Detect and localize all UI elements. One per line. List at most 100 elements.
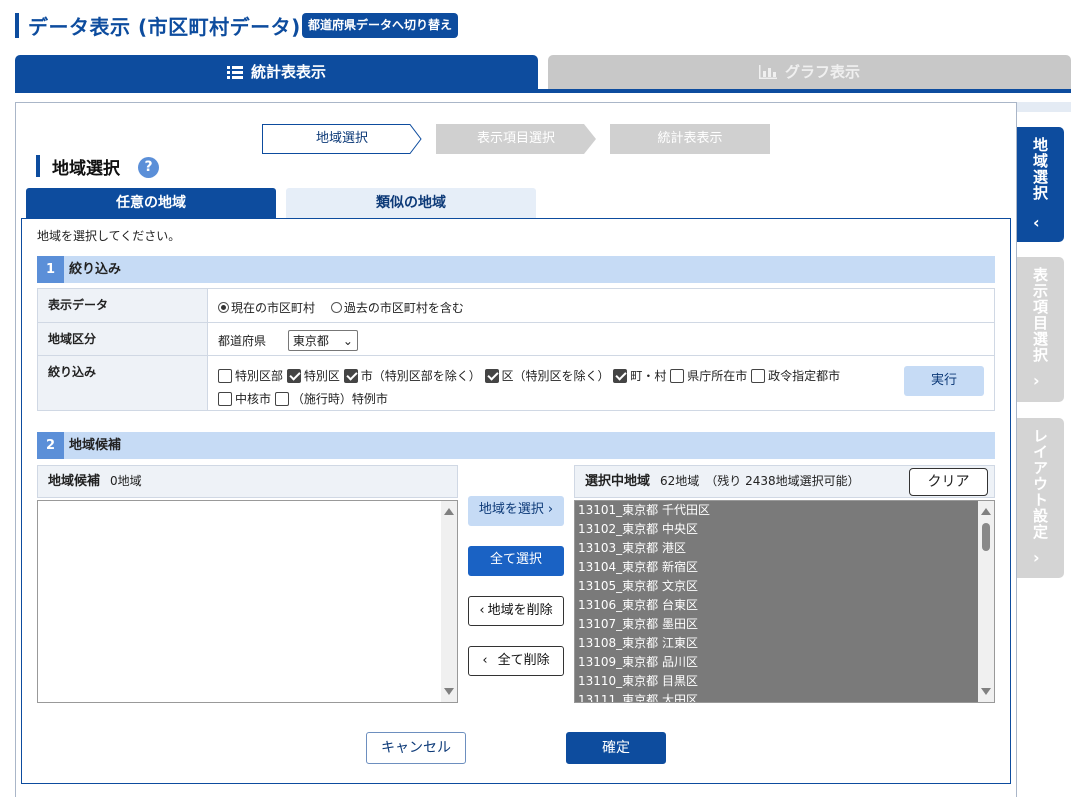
instruction-text: 地域を選択してください。	[37, 229, 181, 243]
selected-list-item[interactable]: 13108_東京都 江東区	[575, 634, 994, 653]
filter-section-number: 1	[37, 256, 64, 283]
prefecture-select[interactable]: 東京都 ⌄	[287, 330, 358, 351]
help-icon[interactable]: ?	[138, 157, 159, 178]
candidate-scrollbar[interactable]	[441, 501, 457, 702]
section-title: 地域選択	[52, 159, 120, 179]
selected-list-item[interactable]: 13103_東京都 港区	[575, 539, 994, 558]
candidates-section-title: 地域候補	[69, 438, 122, 453]
scroll-up-icon[interactable]	[981, 508, 991, 515]
selected-list-item[interactable]: 13107_東京都 墨田区	[575, 615, 994, 634]
checkbox-prefectural-capital[interactable]: 県庁所在市	[670, 369, 747, 383]
title-accent-bar	[15, 13, 19, 38]
selected-list-item[interactable]: 13111_東京都 大田区	[575, 691, 994, 702]
selected-list-item[interactable]: 13104_東京都 新宿区	[575, 558, 994, 577]
cancel-button[interactable]: キャンセル	[366, 732, 466, 764]
tab-underline	[15, 89, 1071, 93]
chevron-right-icon: ›	[1033, 371, 1040, 390]
candidate-listbox[interactable]	[37, 500, 458, 703]
selected-list-item[interactable]: 13102_東京都 中央区	[575, 520, 994, 539]
tab-arbitrary-region[interactable]: 任意の地域	[26, 188, 276, 218]
candidate-count: 0地域	[110, 474, 142, 488]
chevron-right-icon: ›	[1033, 548, 1040, 567]
checkbox-core-city[interactable]: 中核市	[218, 392, 271, 406]
switch-to-prefecture-button[interactable]: 都道府県データへ切り替え	[302, 13, 459, 38]
candidates-section-number: 2	[37, 432, 64, 459]
selected-list: 13101_東京都 千代田区 13102_東京都 中央区 13103_東京都 港区 1…	[575, 501, 994, 702]
scroll-up-icon[interactable]	[444, 508, 454, 515]
step-item-select-label: 表示項目選択	[476, 131, 555, 146]
step-region-select: 地域選択	[262, 124, 422, 154]
filter-row-narrow: 絞り込み 特別区部 特別区 市（特別区部を除く） 区（特別区を除く） 町・村 県…	[38, 356, 994, 410]
checkbox-special-ward[interactable]: 特別区	[286, 369, 340, 383]
checkbox-city[interactable]: 市（特別区部を除く）	[343, 369, 481, 383]
chevron-right-icon: ›	[547, 502, 554, 517]
side-tab-layout-label: レイアウト設定	[1031, 428, 1049, 540]
checkbox-town-village[interactable]: 町・村	[613, 369, 666, 383]
prefecture-label: 都道府県	[218, 334, 267, 348]
filter-table: 表示データ 現在の市区町村 過去の市区町村を含む 地域区分 都道府県 東京都 ⌄ …	[37, 288, 995, 411]
checkbox-designated-city[interactable]: 政令指定都市	[751, 369, 840, 383]
select-all-button[interactable]: 全て選択	[468, 546, 564, 576]
filter-section-header: 1 絞り込み	[37, 256, 995, 283]
step-item-select: 表示項目選択	[436, 124, 596, 154]
radio-include-past[interactable]: 過去の市区町村を含む	[330, 301, 464, 315]
side-tab-item-select-label: 表示項目選択	[1031, 267, 1049, 363]
scroll-down-icon[interactable]	[444, 688, 454, 695]
selected-list-item[interactable]: 13109_東京都 品川区	[575, 653, 994, 672]
section-accent-bar	[36, 155, 40, 177]
radio-current[interactable]: 現在の市区町村	[218, 301, 315, 315]
delete-all-button[interactable]: ‹ 全て削除	[468, 646, 564, 676]
side-tab-region-select[interactable]: 地域選択 ‹	[1017, 127, 1064, 242]
confirm-button[interactable]: 確定	[566, 732, 666, 764]
tab-table-view[interactable]: 統計表表示	[15, 55, 538, 89]
selected-panel-header: 選択中地域 62地域 （残り 2438地域選択可能） クリア	[574, 465, 995, 498]
candidate-panel-title: 地域候補	[48, 474, 101, 489]
clear-button[interactable]: クリア	[909, 468, 988, 496]
execute-button[interactable]: 実行	[904, 366, 984, 396]
narrow-label: 絞り込み	[38, 356, 208, 410]
step-table-view: 統計表表示	[610, 124, 770, 154]
filter-section-title: 絞り込み	[69, 262, 122, 277]
side-tab-item-select[interactable]: 表示項目選択 ›	[1017, 257, 1064, 402]
step-table-view-label: 統計表表示	[657, 131, 723, 146]
selected-list-item[interactable]: 13101_東京都 千代田区	[575, 501, 994, 520]
checkbox-special-ward-area[interactable]: 特別区部	[218, 369, 283, 383]
selected-listbox[interactable]: 13101_東京都 千代田区 13102_東京都 中央区 13103_東京都 港区 1…	[574, 500, 995, 703]
selected-panel-title: 選択中地域	[585, 474, 651, 489]
chevron-left-icon: ‹	[1033, 213, 1040, 232]
checkbox-ward[interactable]: 区（特別区を除く）	[484, 369, 610, 383]
filter-row-region-class: 地域区分 都道府県 東京都 ⌄	[38, 323, 994, 356]
bar-chart-icon	[758, 57, 777, 91]
tab-similar-region[interactable]: 類似の地域	[286, 188, 536, 218]
step-region-select-label: 地域選択	[315, 131, 368, 146]
selected-count: 62地域	[660, 474, 700, 488]
scroll-thumb[interactable]	[982, 523, 990, 551]
remaining-count: （残り 2438地域選択可能）	[705, 474, 860, 488]
chevron-left-icon: ‹	[482, 653, 488, 668]
chevron-left-icon: ‹	[479, 603, 485, 618]
candidate-panel: 地域候補 0地域	[37, 465, 458, 703]
candidate-panel-header: 地域候補 0地域	[37, 465, 458, 498]
scroll-down-icon[interactable]	[981, 688, 991, 695]
selected-list-item[interactable]: 13106_東京都 台東区	[575, 596, 994, 615]
selected-scrollbar[interactable]	[978, 501, 994, 702]
filter-row-display-data: 表示データ 現在の市区町村 過去の市区町村を含む	[38, 289, 994, 323]
checkbox-special-city[interactable]: （施行時）特例市	[274, 392, 388, 406]
delete-region-button[interactable]: ‹ 地域を削除	[468, 596, 564, 626]
side-tab-region-select-label: 地域選択	[1031, 137, 1049, 201]
chevron-down-icon: ⌄	[342, 334, 353, 348]
side-tab-layout[interactable]: レイアウト設定 ›	[1017, 418, 1064, 578]
tab-graph-view-label: グラフ表示	[784, 63, 860, 81]
list-icon	[226, 57, 243, 91]
tab-table-view-label: 統計表表示	[250, 63, 326, 81]
side-strip	[1017, 102, 1071, 112]
selected-list-item[interactable]: 13110_東京都 目黒区	[575, 672, 994, 691]
candidates-section-header: 2 地域候補	[37, 432, 995, 459]
selected-panel: 選択中地域 62地域 （残り 2438地域選択可能） クリア 13101_東京都 千…	[574, 465, 995, 703]
selected-list-item[interactable]: 13105_東京都 文京区	[575, 577, 994, 596]
tab-graph-view[interactable]: グラフ表示	[548, 55, 1071, 89]
region-class-label: 地域区分	[38, 323, 208, 355]
display-data-label: 表示データ	[38, 289, 208, 322]
select-region-button[interactable]: 地域を選択 ›	[468, 496, 564, 526]
page-title: データ表示 (市区町村データ)	[28, 15, 301, 39]
